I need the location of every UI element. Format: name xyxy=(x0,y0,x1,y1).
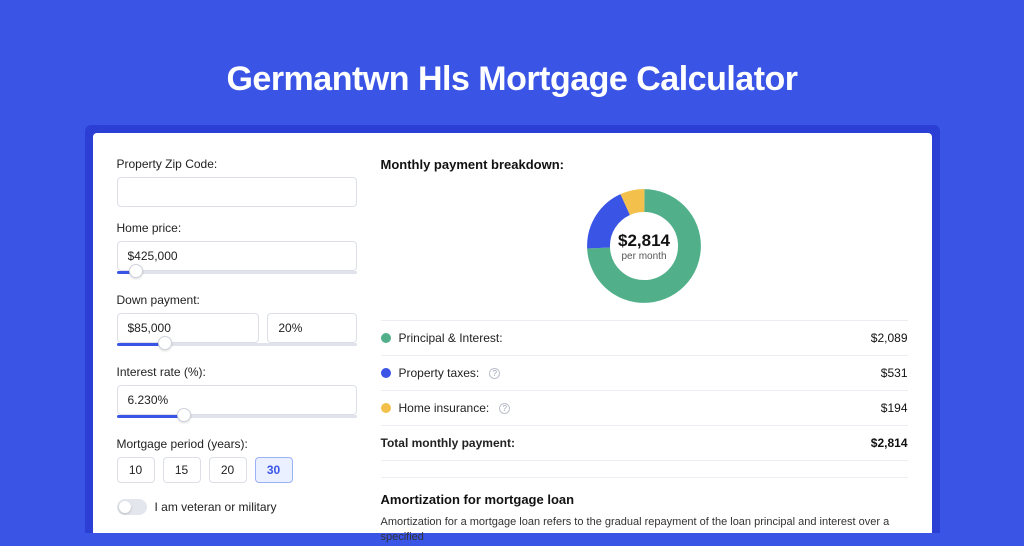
legend-row: Home insurance:? $194 xyxy=(381,391,908,426)
interest-rate-label: Interest rate (%): xyxy=(117,365,357,379)
legend-label: Home insurance: xyxy=(399,401,490,415)
slider-thumb[interactable] xyxy=(177,408,191,422)
legend-total-row: Total monthly payment: $2,814 xyxy=(381,426,908,461)
zip-input[interactable] xyxy=(117,177,357,207)
card-shadow: Property Zip Code: Home price: Down paym… xyxy=(85,125,940,533)
down-payment-slider[interactable] xyxy=(117,339,357,351)
amortization-section: Amortization for mortgage loan Amortizat… xyxy=(381,477,908,546)
slider-thumb[interactable] xyxy=(158,336,172,350)
period-button-20[interactable]: 20 xyxy=(209,457,247,483)
breakdown-column: Monthly payment breakdown: $2,814 per mo… xyxy=(381,157,908,533)
total-value: $2,814 xyxy=(871,436,908,450)
legend-row: Property taxes:? $531 xyxy=(381,356,908,391)
interest-rate-field: Interest rate (%): xyxy=(117,365,357,423)
slider-thumb[interactable] xyxy=(129,264,143,278)
breakdown-heading: Monthly payment breakdown: xyxy=(381,157,908,172)
legend-dot xyxy=(381,368,391,378)
interest-rate-slider[interactable] xyxy=(117,411,357,423)
legend-label: Principal & Interest: xyxy=(399,331,503,345)
home-price-label: Home price: xyxy=(117,221,357,235)
donut-center-sub: per month xyxy=(621,251,666,262)
donut-chart-area: $2,814 per month xyxy=(381,180,908,320)
period-button-10[interactable]: 10 xyxy=(117,457,155,483)
legend: Principal & Interest: $2,089 Property taxe… xyxy=(381,320,908,461)
period-button-15[interactable]: 15 xyxy=(163,457,201,483)
donut-center-amount: $2,814 xyxy=(618,231,670,251)
legend-value: $2,089 xyxy=(871,331,908,345)
zip-field: Property Zip Code: xyxy=(117,157,357,207)
page-title: Germantwn Hls Mortgage Calculator xyxy=(0,0,1024,125)
donut-chart: $2,814 per month xyxy=(584,186,704,306)
amortization-text: Amortization for a mortgage loan refers … xyxy=(381,515,908,546)
legend-label: Property taxes: xyxy=(399,366,480,380)
legend-value: $531 xyxy=(881,366,908,380)
down-payment-field: Down payment: xyxy=(117,293,357,351)
veteran-toggle-row: I am veteran or military xyxy=(117,499,357,515)
calculator-card: Property Zip Code: Home price: Down paym… xyxy=(93,133,932,533)
total-label: Total monthly payment: xyxy=(381,436,515,450)
period-button-30[interactable]: 30 xyxy=(255,457,293,483)
info-icon[interactable]: ? xyxy=(489,368,500,379)
amortization-title: Amortization for mortgage loan xyxy=(381,492,908,507)
legend-row: Principal & Interest: $2,089 xyxy=(381,321,908,356)
mortgage-period-label: Mortgage period (years): xyxy=(117,437,357,451)
mortgage-period-field: Mortgage period (years): 10 15 20 30 xyxy=(117,437,357,483)
home-price-slider[interactable] xyxy=(117,267,357,279)
info-icon[interactable]: ? xyxy=(499,403,510,414)
zip-label: Property Zip Code: xyxy=(117,157,357,171)
legend-dot xyxy=(381,333,391,343)
form-column: Property Zip Code: Home price: Down paym… xyxy=(117,157,357,533)
veteran-toggle[interactable] xyxy=(117,499,147,515)
down-payment-label: Down payment: xyxy=(117,293,357,307)
home-price-field: Home price: xyxy=(117,221,357,279)
legend-value: $194 xyxy=(881,401,908,415)
legend-dot xyxy=(381,403,391,413)
